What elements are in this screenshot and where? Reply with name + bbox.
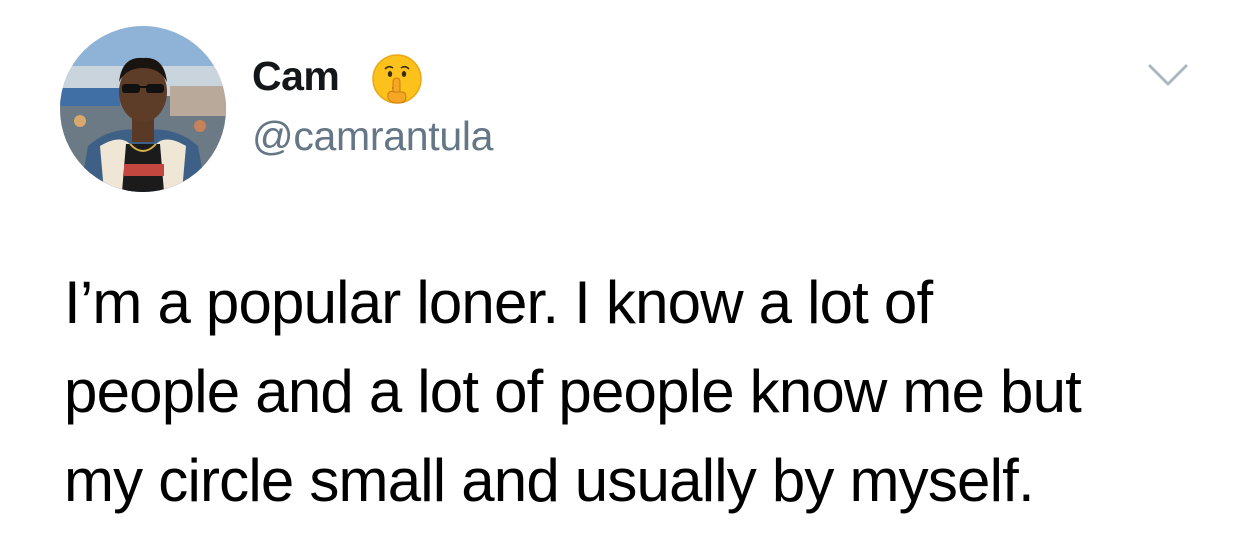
tweet-text: I’m a popular loner. I know a lot of peo… (64, 258, 1194, 525)
tweet-card: Cam @camrantula I’m a popular loner. I k… (0, 0, 1242, 556)
avatar[interactable] (60, 26, 226, 192)
tweet-text-line: my circle small and usually by myself. (64, 447, 1035, 514)
tweet-text-line: people and a lot of people know me but (64, 358, 1082, 425)
shushing-face-icon (370, 52, 424, 106)
avatar-photo (60, 26, 226, 192)
tweet-text-line: I’m a popular loner. I know a lot of (64, 269, 933, 336)
user-handle[interactable]: @camrantula (252, 110, 493, 162)
display-name[interactable]: Cam (252, 50, 340, 102)
chevron-down-icon[interactable] (1146, 60, 1190, 90)
